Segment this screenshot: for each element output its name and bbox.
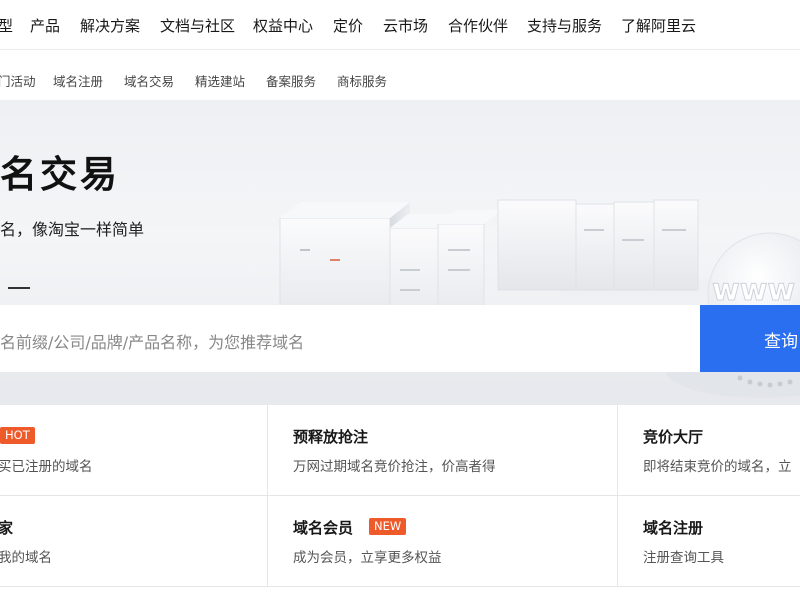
svg-text:www: www	[712, 273, 795, 308]
sub-nav-item-site-builder[interactable]: 精选建站	[195, 71, 245, 90]
new-badge: NEW	[369, 518, 407, 535]
card-desc: 买已注册的域名	[0, 459, 93, 475]
card-domain-register[interactable]: 域名注册 注册查询工具	[618, 496, 800, 587]
nav-item-support[interactable]: 支持与服务	[527, 15, 602, 36]
nav-item-partial[interactable]: 型	[0, 15, 13, 36]
sub-nav-item-events[interactable]: 门活动	[0, 71, 36, 90]
sub-nav-item-trademark[interactable]: 商标服务	[337, 71, 387, 90]
nav-item-benefits[interactable]: 权益中心	[253, 15, 313, 36]
search-placeholder: 名前缀/公司/品牌/产品名称，为您推荐域名	[0, 333, 305, 352]
card-desc: 注册查询工具	[643, 550, 724, 566]
card-pre-release[interactable]: 预释放抢注 万网过期域名竞价抢注，价高者得	[268, 405, 618, 496]
card-desc: 成为会员，立享更多权益	[293, 550, 442, 566]
sub-nav-item-domain-register[interactable]: 域名注册	[53, 71, 103, 90]
sub-nav: 门活动 域名注册 域名交易 精选建站 备案服务 商标服务	[0, 50, 800, 100]
card-desc: 即将结束竞价的域名，立	[643, 459, 792, 475]
card-buy-registered[interactable]: HOT 买已注册的域名	[0, 405, 268, 496]
nav-item-partners[interactable]: 合作伙伴	[448, 15, 508, 36]
service-cards: HOT 买已注册的域名 预释放抢注 万网过期域名竞价抢注，价高者得 竞价大厅 即…	[0, 405, 800, 600]
card-desc: 我的域名	[0, 550, 52, 566]
card-domain-membership[interactable]: 域名会员 NEW 成为会员，立享更多权益	[268, 496, 618, 587]
card-desc: 万网过期域名竞价抢注，价高者得	[293, 459, 496, 475]
nav-item-marketplace[interactable]: 云市场	[383, 15, 428, 36]
card-seller[interactable]: 家 我的域名	[0, 496, 268, 587]
card-title: 家	[0, 517, 13, 538]
sub-nav-item-icp-filing[interactable]: 备案服务	[266, 71, 316, 90]
nav-item-about[interactable]: 了解阿里云	[621, 15, 696, 36]
hero-title: 名交易	[0, 153, 120, 196]
card-title: 竞价大厅	[643, 428, 704, 446]
carousel-indicator[interactable]	[8, 287, 30, 289]
nav-item-solutions[interactable]: 解决方案	[80, 15, 140, 36]
card-title: 域名注册	[643, 519, 704, 537]
domain-search-input[interactable]: 名前缀/公司/品牌/产品名称，为您推荐域名	[0, 305, 700, 372]
card-auction-hall[interactable]: 竞价大厅 即将结束竞价的域名，立	[618, 405, 800, 496]
nav-item-docs-community[interactable]: 文档与社区	[160, 15, 235, 36]
nav-item-products[interactable]: 产品	[30, 15, 60, 36]
hero-subtitle: 名，像淘宝一样简单	[0, 220, 145, 239]
hot-badge: HOT	[0, 427, 35, 444]
card-title: 域名会员	[293, 519, 354, 537]
card-title: 预释放抢注	[293, 428, 369, 446]
search-button[interactable]: 查询	[700, 305, 800, 372]
nav-item-pricing[interactable]: 定价	[333, 15, 363, 36]
sub-nav-item-domain-trade[interactable]: 域名交易	[124, 71, 174, 90]
top-nav: 型 产品 解决方案 文档与社区 权益中心 定价 云市场 合作伙伴 支持与服务 了…	[0, 0, 800, 50]
